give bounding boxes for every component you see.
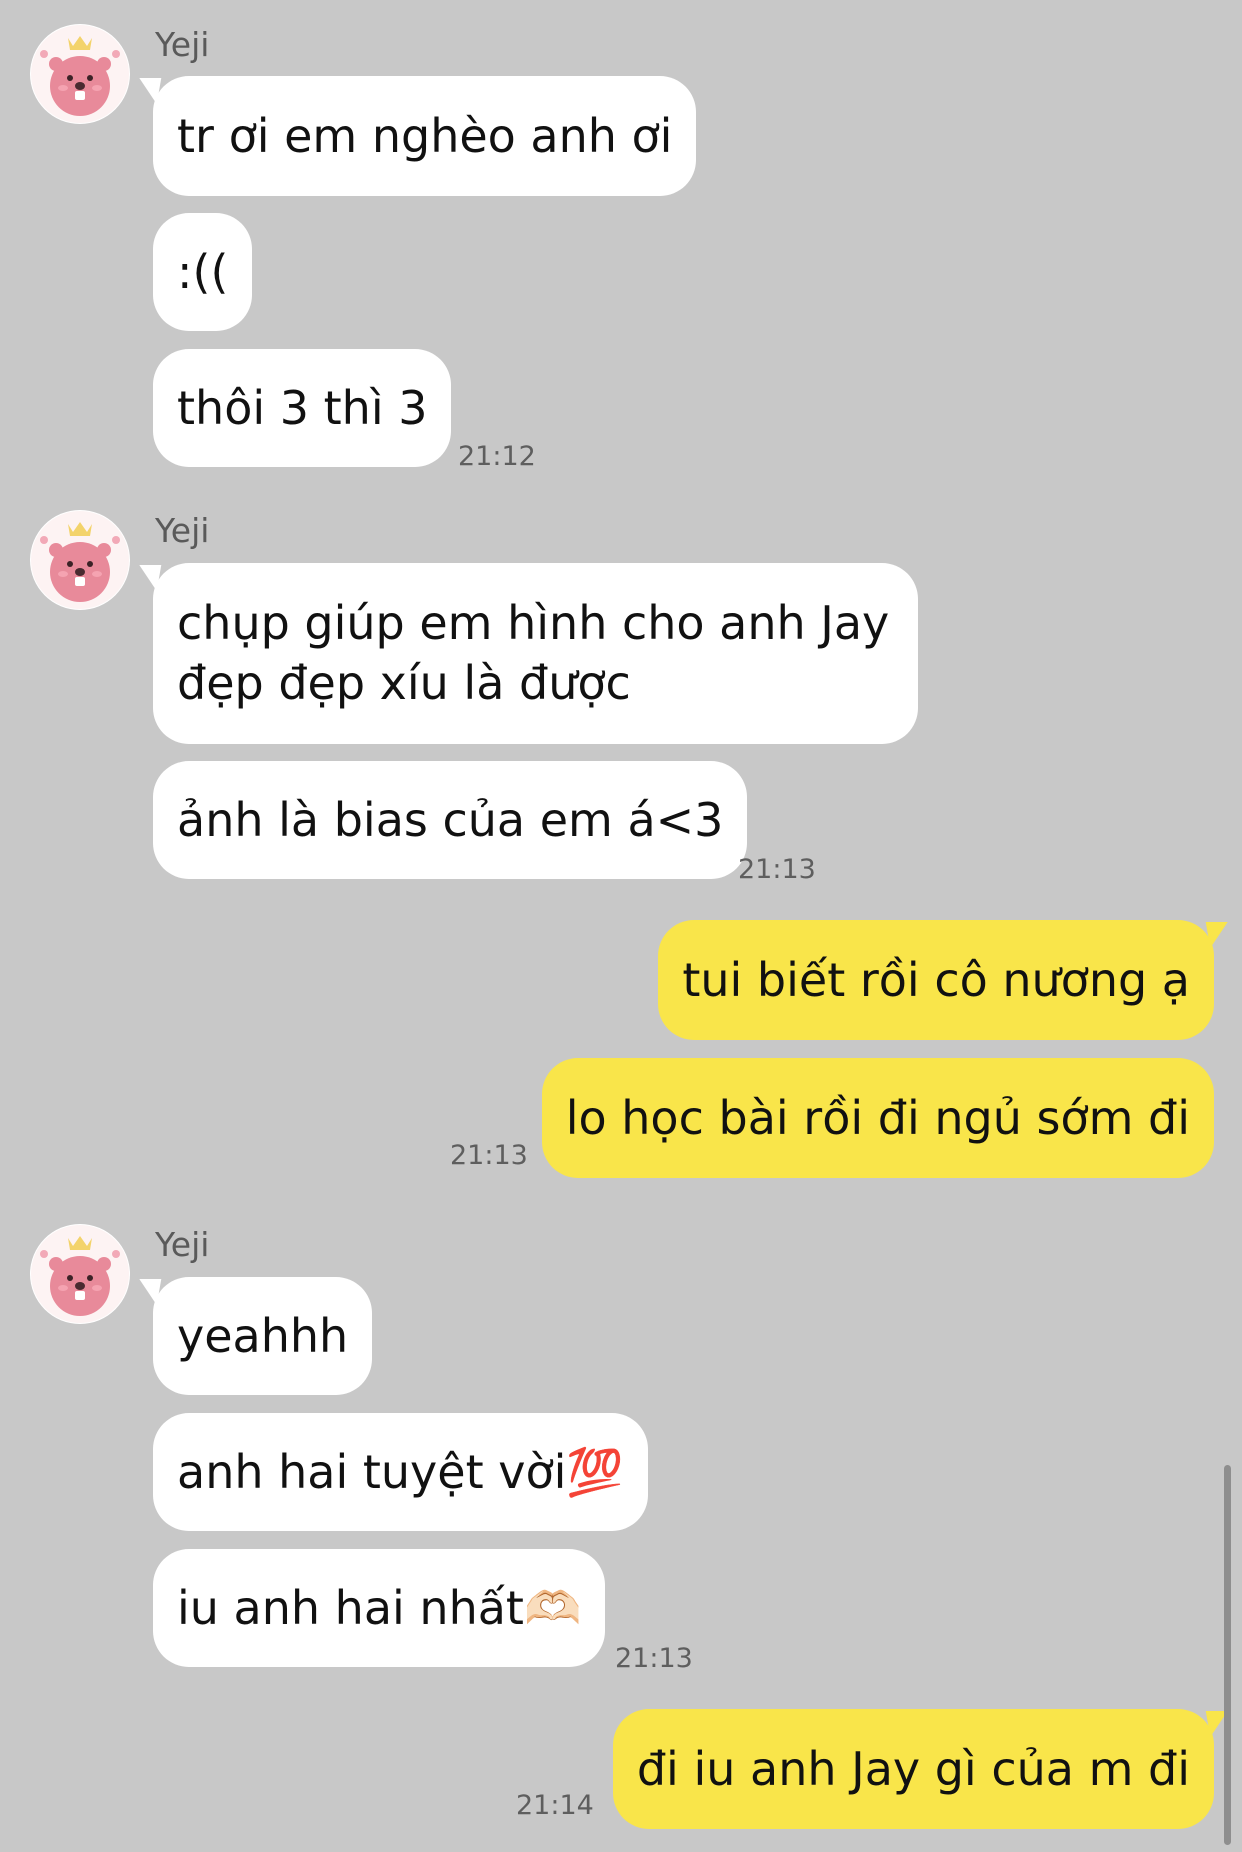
message-timestamp: 21:13 [738,854,816,885]
message-text: iu anh hai nhất🫶🏻 [177,1581,582,1635]
sender-name: Yeji [155,1225,210,1264]
message-bubble[interactable]: tr ơi em nghèo anh ơi [153,76,697,196]
beaver-avatar-icon [31,25,129,123]
message-text: anh hai tuyệt vời💯 [177,1445,624,1499]
message-text: thôi 3 thì 3 [177,381,428,435]
message-timestamp: 21:13 [450,1140,528,1171]
message-text: yeahhh [177,1309,349,1363]
message-text: ảnh là bias của em á<3 [177,793,724,847]
message-timestamp: 21:13 [615,1643,693,1674]
message-bubble[interactable]: đi iu anh Jay gì của m đi [612,1709,1214,1829]
message-timestamp: 21:14 [516,1790,594,1821]
beaver-avatar-icon [31,1225,129,1323]
message-text: tr ơi em nghèo anh ơi [177,109,673,163]
beaver-avatar-icon [31,511,129,609]
message-bubble[interactable]: thôi 3 thì 3 [153,349,452,467]
message-text: :(( [177,245,229,299]
message-bubble[interactable]: yeahhh [153,1277,373,1395]
message-text: tui biết rồi cô nương ạ [682,953,1190,1007]
scrollbar[interactable] [1224,1465,1231,1845]
sender-avatar[interactable] [30,1224,130,1324]
sender-name: Yeji [155,511,210,550]
message-bubble[interactable]: anh hai tuyệt vời💯 [153,1413,648,1531]
message-text: đi iu anh Jay gì của m đi [636,1742,1190,1796]
message-bubble[interactable]: tui biết rồi cô nương ạ [658,920,1214,1040]
message-bubble[interactable]: lo học bài rồi đi ngủ sớm đi [541,1058,1214,1178]
message-text: lo học bài rồi đi ngủ sớm đi [565,1091,1190,1145]
message-bubble[interactable]: chụp giúp em hình cho anh Jay đẹp đẹp xí… [153,563,918,744]
message-bubble[interactable]: ảnh là bias của em á<3 [153,761,748,879]
message-timestamp: 21:12 [458,441,536,472]
message-text: chụp giúp em hình cho anh Jay [177,596,890,650]
sender-name: Yeji [155,25,210,64]
message-bubble[interactable]: :(( [153,213,253,331]
sender-avatar[interactable] [30,24,130,124]
message-bubble[interactable]: iu anh hai nhất🫶🏻 [153,1549,606,1667]
message-text: đẹp đẹp xíu là được [177,656,631,710]
sender-avatar[interactable] [30,510,130,610]
